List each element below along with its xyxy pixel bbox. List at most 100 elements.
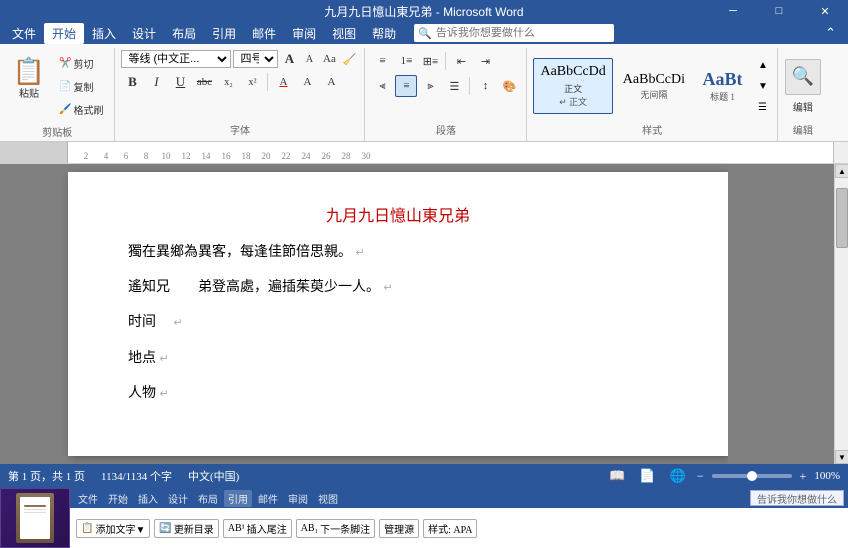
shading-button[interactable]: 🎨: [498, 75, 520, 97]
style-no-space-button[interactable]: AaBbCcDi 无间隔: [616, 58, 692, 114]
copy-icon: 📄: [59, 81, 71, 92]
ruler-mark: 10: [156, 151, 176, 161]
justify-button[interactable]: ☰: [443, 75, 465, 97]
taskbar-menu-review[interactable]: 审阅: [284, 490, 312, 507]
increase-indent-button[interactable]: ⇥: [474, 50, 496, 72]
bold-button[interactable]: B: [121, 71, 143, 93]
menu-item-review[interactable]: 审阅: [284, 23, 324, 44]
copy-button[interactable]: 📄 复制: [54, 76, 108, 97]
taskbar-btn-manage-sources[interactable]: 管理源: [379, 519, 419, 538]
zoom-level: 100%: [814, 470, 840, 482]
taskbar-search-mini[interactable]: 告诉我你想做什么: [750, 490, 844, 506]
multilevel-list-button[interactable]: ⊞≡: [419, 50, 441, 72]
taskbar-btn-style-apa[interactable]: 样式: APA: [423, 519, 477, 538]
document-line-3[interactable]: 时间 ↵: [128, 310, 668, 335]
font-name-select[interactable]: 等线 (中文正...: [121, 50, 231, 68]
taskbar-menu-home[interactable]: 开始: [104, 490, 132, 507]
zoom-slider[interactable]: [712, 474, 792, 478]
align-center-button[interactable]: ≡: [395, 75, 417, 97]
paragraph-group-label: 段落: [371, 122, 520, 139]
menu-item-insert[interactable]: 插入: [84, 23, 124, 44]
strikethrough-button[interactable]: abc: [193, 71, 215, 93]
superscript-button[interactable]: x²: [241, 71, 263, 93]
menu-item-help[interactable]: 帮助: [364, 23, 404, 44]
zoom-in-button[interactable]: +: [800, 469, 807, 484]
restore-button[interactable]: □: [756, 0, 802, 22]
menu-item-layout[interactable]: 布局: [164, 23, 204, 44]
minimize-button[interactable]: ─: [710, 0, 756, 22]
menu-item-view[interactable]: 视图: [324, 23, 364, 44]
underline-button[interactable]: U: [169, 71, 191, 93]
menu-item-home[interactable]: 开始: [44, 23, 84, 44]
language: 中文(中国): [188, 468, 239, 484]
format-painter-button[interactable]: 🖌️ 格式刷: [54, 99, 108, 120]
document-line-4[interactable]: 地点 ↵: [128, 346, 668, 371]
style-normal-button[interactable]: AaBbCcDd 正文 ↵ 正文: [533, 58, 612, 114]
format-painter-icon: 🖌️: [59, 104, 71, 115]
subscript-button[interactable]: x₂: [217, 71, 239, 93]
ruler-mark: 8: [136, 151, 156, 161]
numbered-list-button[interactable]: 1≡: [395, 50, 417, 72]
align-left-button[interactable]: ⫷: [371, 75, 393, 97]
document-title: 九月九日憶山東兄弟: [128, 202, 668, 226]
clipboard-group: 📋 粘贴 ✂️ 剪切 📄 复制 🖌️ 格式刷: [4, 48, 115, 141]
paste-icon: 📋: [13, 59, 45, 85]
font-shrink-button[interactable]: A: [300, 50, 318, 68]
document-line-2[interactable]: 遙知兄 弟登高處，遍插茱萸少一人。 ↵: [128, 275, 668, 300]
line-spacing-button[interactable]: ↕: [474, 75, 496, 97]
taskbar-menu-references[interactable]: 引用: [224, 490, 252, 507]
ruler-mark: 12: [176, 151, 196, 161]
close-button[interactable]: ✕: [802, 0, 848, 22]
taskbar-menu-mailings[interactable]: 邮件: [254, 490, 282, 507]
menu-item-mailings[interactable]: 邮件: [244, 23, 284, 44]
italic-button[interactable]: I: [145, 71, 167, 93]
styles-dropdown-button[interactable]: ▲ ▼ ☰: [755, 57, 771, 116]
cut-button[interactable]: ✂️ 剪切: [54, 53, 108, 74]
taskbar-btn-add-text[interactable]: 📋 添加文字▼: [76, 519, 150, 538]
taskbar-thumbnail[interactable]: [0, 488, 70, 548]
font-size-select[interactable]: 四号: [233, 50, 278, 68]
font-group-label: 字体: [121, 122, 358, 139]
scroll-up-button[interactable]: ▲: [835, 164, 848, 178]
align-right-button[interactable]: ⫸: [419, 75, 441, 97]
taskbar-menu-layout[interactable]: 布局: [194, 490, 222, 507]
search-ribbon-button[interactable]: 🔍: [785, 59, 821, 95]
change-case-button[interactable]: Aa: [320, 50, 338, 68]
decrease-indent-button[interactable]: ⇤: [450, 50, 472, 72]
highlight-button[interactable]: A: [296, 71, 318, 93]
taskbar-menu-insert[interactable]: 插入: [134, 490, 162, 507]
menu-item-design[interactable]: 设计: [124, 23, 164, 44]
collapse-ribbon-button[interactable]: ⌃: [817, 25, 844, 41]
document-line-1[interactable]: 獨在異鄉為異客，每逢佳節倍思親。 ↵: [128, 240, 668, 265]
menu-item-file[interactable]: 文件: [4, 23, 44, 44]
text-color-button[interactable]: A: [272, 71, 294, 93]
ruler-mark: 6: [116, 151, 136, 161]
clear-font-button[interactable]: A: [320, 71, 342, 93]
document-page[interactable]: 九月九日憶山東兄弟 獨在異鄉為異客，每逢佳節倍思親。 ↵ 遙知兄 弟登高處，遍插…: [68, 172, 728, 456]
web-layout-button[interactable]: 🌐: [667, 468, 689, 484]
taskbar-menu-design[interactable]: 设计: [164, 490, 192, 507]
taskbar-btn-next-footnote[interactable]: AB₁ 下一条脚注: [296, 519, 375, 538]
taskbar-menu-file[interactable]: 文件: [74, 490, 102, 507]
taskbar-btn-insert-endnote[interactable]: AB¹ 插入尾注: [223, 519, 292, 538]
menu-item-references[interactable]: 引用: [204, 23, 244, 44]
search-icon: 🔍: [418, 27, 432, 40]
font-grow-button[interactable]: A: [280, 50, 298, 68]
taskbar-word-panel: 文件 开始 插入 设计 布局 引用 邮件 审阅 视图 告诉我你想做什么 📋 添加…: [70, 488, 848, 548]
clear-format-button[interactable]: 🧹: [340, 50, 358, 68]
zoom-out-button[interactable]: −: [697, 469, 704, 484]
search-input[interactable]: [436, 27, 610, 39]
paragraph-group: ≡ 1≡ ⊞≡ ⇤ ⇥ ⫷ ≡ ⫸ ☰ ↕ 🎨 段落: [365, 48, 527, 141]
return-mark: ↵: [160, 353, 169, 365]
print-layout-button[interactable]: 📄: [636, 468, 658, 484]
paste-button[interactable]: 📋 粘贴: [6, 48, 52, 110]
read-mode-button[interactable]: 📖: [606, 468, 628, 484]
scroll-thumb[interactable]: [836, 188, 848, 248]
taskbar-menu-view[interactable]: 视图: [314, 490, 342, 507]
document-line-5[interactable]: 人物 ↵: [128, 381, 668, 406]
style-heading1-button[interactable]: AaBt 标题 1: [695, 58, 750, 114]
bullet-list-button[interactable]: ≡: [371, 50, 393, 72]
scroll-down-button[interactable]: ▼: [835, 450, 848, 464]
taskbar: 文件 开始 插入 设计 布局 引用 邮件 审阅 视图 告诉我你想做什么 📋 添加…: [0, 488, 848, 548]
taskbar-btn-update-toc[interactable]: 🔄 更新目录: [154, 519, 218, 538]
